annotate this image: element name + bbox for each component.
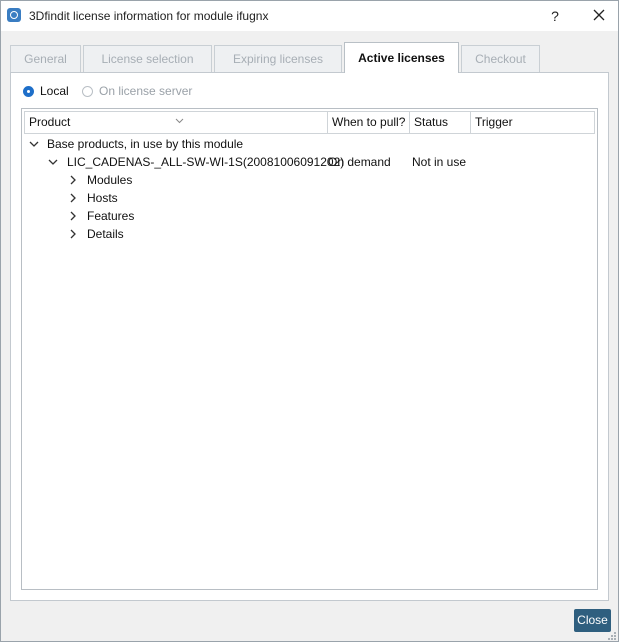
dialog-window: 3Dfindit license information for module … bbox=[0, 0, 619, 642]
radio-checked-icon bbox=[23, 85, 34, 97]
tree-node-label: Hosts bbox=[87, 191, 118, 205]
tree-node-features[interactable]: Features bbox=[67, 207, 367, 225]
chevron-right-icon[interactable] bbox=[67, 192, 79, 204]
tree-node-details[interactable]: Details bbox=[67, 225, 367, 243]
tree-node-label: Base products, in use by this module bbox=[47, 137, 244, 151]
tree-node-label: Features bbox=[87, 209, 135, 223]
tab-active-licenses[interactable]: Active licenses bbox=[344, 42, 459, 73]
tree-header: Product When to pull? Status Trigger bbox=[24, 111, 595, 134]
tree-node-hosts[interactable]: Hosts bbox=[67, 189, 367, 207]
radio-local-label: Local bbox=[40, 84, 69, 98]
column-header-trigger[interactable]: Trigger bbox=[470, 112, 594, 133]
license-status: Not in use bbox=[412, 155, 467, 169]
tree-node-license[interactable]: LIC_CADENAS-_ALL-SW-WI-1S(20081006091202… bbox=[47, 153, 592, 171]
close-button[interactable]: Close bbox=[574, 609, 611, 632]
title-bar: 3Dfindit license information for module … bbox=[1, 1, 618, 31]
tab-expiring-licenses[interactable]: Expiring licenses bbox=[214, 45, 342, 72]
tree-node-label: Modules bbox=[87, 173, 133, 187]
radio-license-server-label: On license server bbox=[99, 84, 193, 98]
column-header-product[interactable]: Product bbox=[25, 112, 327, 133]
chevron-right-icon[interactable] bbox=[67, 228, 79, 240]
license-tree-view[interactable]: Product When to pull? Status Trigger Bas… bbox=[21, 108, 598, 590]
tree-node-base-products[interactable]: Base products, in use by this module bbox=[28, 135, 588, 153]
resize-grip-icon[interactable] bbox=[607, 630, 617, 640]
chevron-right-icon[interactable] bbox=[67, 174, 79, 186]
window-title: 3Dfindit license information for module … bbox=[29, 9, 269, 23]
chevron-right-icon[interactable] bbox=[67, 210, 79, 222]
radio-license-server[interactable]: On license server bbox=[82, 84, 192, 98]
chevron-down-icon[interactable] bbox=[47, 156, 59, 168]
column-header-status[interactable]: Status bbox=[409, 112, 470, 133]
license-when-to-pull: On demand bbox=[328, 155, 391, 169]
tab-license-selection[interactable]: License selection bbox=[83, 45, 212, 72]
app-icon bbox=[7, 8, 21, 22]
tree-node-label: Details bbox=[87, 227, 124, 241]
close-window-icon[interactable] bbox=[587, 6, 611, 26]
radio-unchecked-icon bbox=[82, 85, 93, 97]
chevron-down-icon[interactable] bbox=[28, 138, 40, 150]
tab-general[interactable]: General bbox=[10, 45, 81, 72]
tree-node-modules[interactable]: Modules bbox=[67, 171, 367, 189]
column-header-when-to-pull[interactable]: When to pull? bbox=[327, 112, 409, 133]
license-name: LIC_CADENAS-_ALL-SW-WI-1S(20081006091202… bbox=[67, 155, 345, 169]
help-button[interactable]: ? bbox=[544, 6, 566, 26]
tab-checkout[interactable]: Checkout bbox=[461, 45, 540, 72]
radio-local[interactable]: Local bbox=[23, 84, 69, 98]
